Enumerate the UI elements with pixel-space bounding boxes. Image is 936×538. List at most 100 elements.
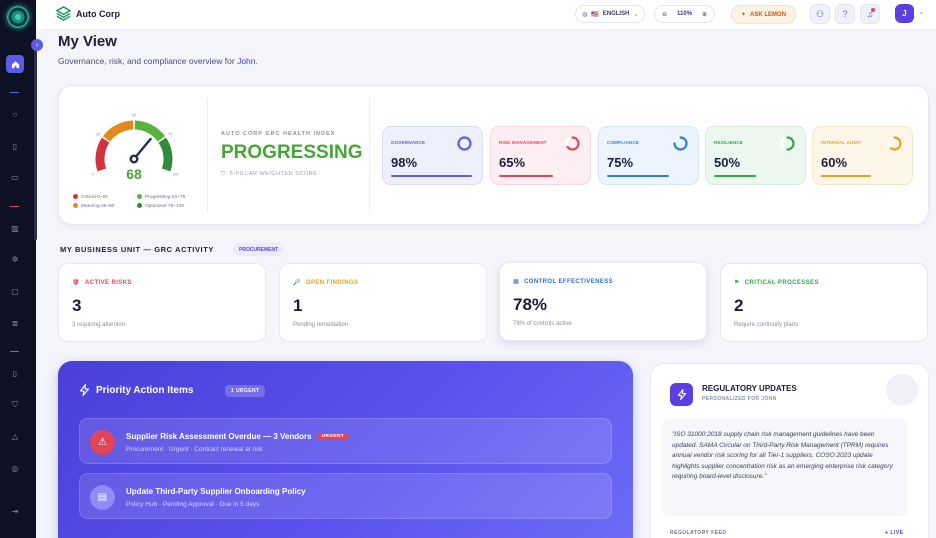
gauge-tick-label: 50: [132, 114, 136, 118]
kpi-card-open-findings[interactable]: 🔎 OPEN FINDINGS 1 Pending remediation: [279, 263, 487, 342]
pillar-ring: [457, 136, 472, 151]
pillar-value: 50%: [714, 155, 741, 170]
kpi-card-critical-processes[interactable]: ⚑ CRITICAL PROCESSES 2 Require continuity p…: [720, 263, 928, 342]
pillar-name: GOVERNANCE: [391, 140, 426, 145]
circle-icon[interactable]: ○: [6, 105, 24, 123]
zoom-out-icon[interactable]: ⊖: [662, 11, 667, 18]
legend-item: Optimized 76–100: [137, 202, 201, 209]
divider: [369, 98, 370, 213]
settings-icon[interactable]: ◎: [6, 459, 24, 477]
pillar-progress-bar: [714, 175, 756, 177]
pillar-progress-bar: [607, 175, 669, 177]
home-icon[interactable]: [6, 55, 24, 73]
business-unit-title: MY BUSINESS UNIT — GRC ACTIVITY: [60, 245, 215, 254]
layers-logo-icon: [56, 6, 71, 21]
pillar-ring: [565, 136, 580, 151]
pillar-card-risk-management[interactable]: RISK MANAGEMENT 65%: [490, 126, 591, 185]
gauge-segment: [102, 120, 134, 142]
regulatory-title: REGULATORY UPDATES: [702, 384, 797, 393]
kpi-value: 1: [293, 296, 303, 315]
kpi-icon: ⚑: [734, 280, 740, 286]
kpi-label: ▦ CONTROL EFFECTIVENESS: [513, 278, 614, 286]
kpi-value: 2: [734, 296, 744, 315]
app-logo-icon[interactable]: [7, 6, 29, 28]
zoom-in-icon[interactable]: ⊕: [702, 11, 707, 18]
priority-item[interactable]: ⚠ Supplier Risk Assessment Overdue — 3 Ve…: [79, 418, 612, 464]
kpi-note: Require continuity plans: [734, 322, 799, 328]
notification-dot: [871, 8, 875, 12]
pillar-value: 65%: [499, 155, 526, 170]
lightning-icon: [79, 383, 90, 399]
pillar-value: 60%: [821, 155, 848, 170]
book-icon[interactable]: ▥: [6, 219, 24, 237]
avatar[interactable]: J: [895, 4, 914, 23]
kpi-icon: 🛡: [72, 280, 81, 286]
pillar-name: INTERNAL AUDIT: [821, 140, 862, 145]
health-note: ⛉ 5-PILLAR WEIGHTED SCORE: [221, 171, 318, 177]
urgent-chip: URGENT: [316, 433, 350, 441]
shield-icon[interactable]: ⛉: [6, 396, 24, 414]
pillar-card-internal-audit[interactable]: INTERNAL AUDIT 60%: [812, 126, 913, 185]
priority-item-title: Supplier Risk Assessment Overdue — 3 Ven…: [126, 432, 350, 441]
document-icon[interactable]: ▯: [6, 137, 24, 155]
shield-icon: ⛉: [221, 171, 226, 177]
kpi-value: 78%: [513, 295, 548, 314]
help-icon[interactable]: ?: [835, 4, 855, 24]
priority-item-title: Update Third-Party Supplier Onboarding P…: [126, 487, 306, 496]
page-subtitle: Governance, risk, and compliance overvie…: [58, 56, 258, 66]
health-gauge: 0 25 50 75 100 68: [92, 114, 179, 183]
pillar-card-compliance[interactable]: COMPLIANCE 75%: [598, 126, 699, 185]
priority-item[interactable]: ▤ Update Third-Party Supplier Onboarding …: [79, 473, 612, 519]
kpi-label: 🔎 OPEN FINDINGS: [293, 279, 359, 287]
business-unit-badge[interactable]: PROCUREMENT: [233, 243, 285, 256]
ask-lemon-button[interactable]: ✦ ASK LEMON: [731, 5, 797, 24]
language-label: ENGLISH: [602, 11, 630, 17]
pillar-progress-bar: [391, 175, 472, 177]
ask-lemon-label: ASK LEMON: [750, 11, 787, 18]
stack-icon[interactable]: ≣: [6, 314, 24, 332]
file-icon[interactable]: ▯: [6, 364, 24, 382]
brand-name: Auto Corp: [76, 8, 120, 19]
sidebar-scrollbar[interactable]: [34, 40, 37, 240]
priority-title: Priority Action Items: [96, 385, 194, 396]
kpi-label: 🛡 ACTIVE RISKS: [72, 279, 132, 287]
priority-item-meta: Policy Hub · Pending Approval · Due in 5…: [126, 501, 260, 508]
brand[interactable]: Auto Corp: [56, 6, 120, 21]
chevron-down-icon[interactable]: ⌄: [918, 7, 925, 16]
lightning-icon: [670, 383, 693, 406]
pillar-name: RESILIENCE: [714, 140, 744, 145]
legend-item: Maturing 26–50: [73, 202, 137, 209]
legend-item: Progressing 51–75: [137, 194, 201, 200]
regulatory-feed-label[interactable]: REGULATORY FEED: [670, 530, 727, 536]
kpi-label: ⚑ CRITICAL PROCESSES: [734, 279, 819, 287]
chevron-down-icon: ⌄: [633, 11, 639, 18]
document-icon: ▤: [90, 485, 115, 510]
pillar-card-resilience[interactable]: RESILIENCE 50%: [705, 126, 806, 185]
sidebar-divider: [10, 92, 19, 93]
alert-icon[interactable]: △: [6, 427, 24, 445]
bell-icon[interactable]: ♫: [860, 4, 880, 24]
clipboard-icon[interactable]: ▢: [6, 282, 24, 300]
users-icon[interactable]: ⚇: [810, 4, 830, 24]
gauge-segment: [158, 137, 173, 172]
regulatory-subtitle: PERSONALIZED FOR JOHN: [702, 396, 777, 402]
pillar-progress-bar: [499, 175, 553, 177]
kpi-card-active-risks[interactable]: 🛡 ACTIVE RISKS 3 3 requiring attention: [58, 263, 266, 342]
priority-item-meta: Procurement · Urgent · Contract renewal …: [126, 446, 263, 453]
collapse-sidebar-button[interactable]: ‹: [31, 39, 43, 51]
page-title: My View: [58, 33, 117, 50]
gauge-legend: Critical 0–25 Progressing 51–75 Maturing…: [73, 194, 201, 209]
gear-icon[interactable]: ✲: [6, 250, 24, 268]
kpi-icon: 🔎: [293, 280, 301, 286]
priority-actions-card: Priority Action Items 1 URGENT ⚠ Supplier…: [58, 361, 633, 538]
logout-icon[interactable]: ⇥: [6, 502, 24, 520]
legend-item: Critical 0–25: [73, 194, 137, 200]
language-select[interactable]: ◍ 🇺🇸 ENGLISH ⌄: [575, 5, 646, 23]
globe-icon: ◍: [582, 11, 588, 18]
inbox-icon[interactable]: ▭: [6, 168, 24, 186]
pillar-ring: [673, 136, 688, 151]
pillar-card-governance[interactable]: GOVERNANCE 98%: [382, 126, 483, 185]
health-status: PROGRESSING: [221, 142, 363, 163]
pillar-value: 98%: [391, 155, 418, 170]
kpi-card-control-effectiveness[interactable]: ▦ CONTROL EFFECTIVENESS 78% 78% of controls…: [499, 262, 707, 341]
